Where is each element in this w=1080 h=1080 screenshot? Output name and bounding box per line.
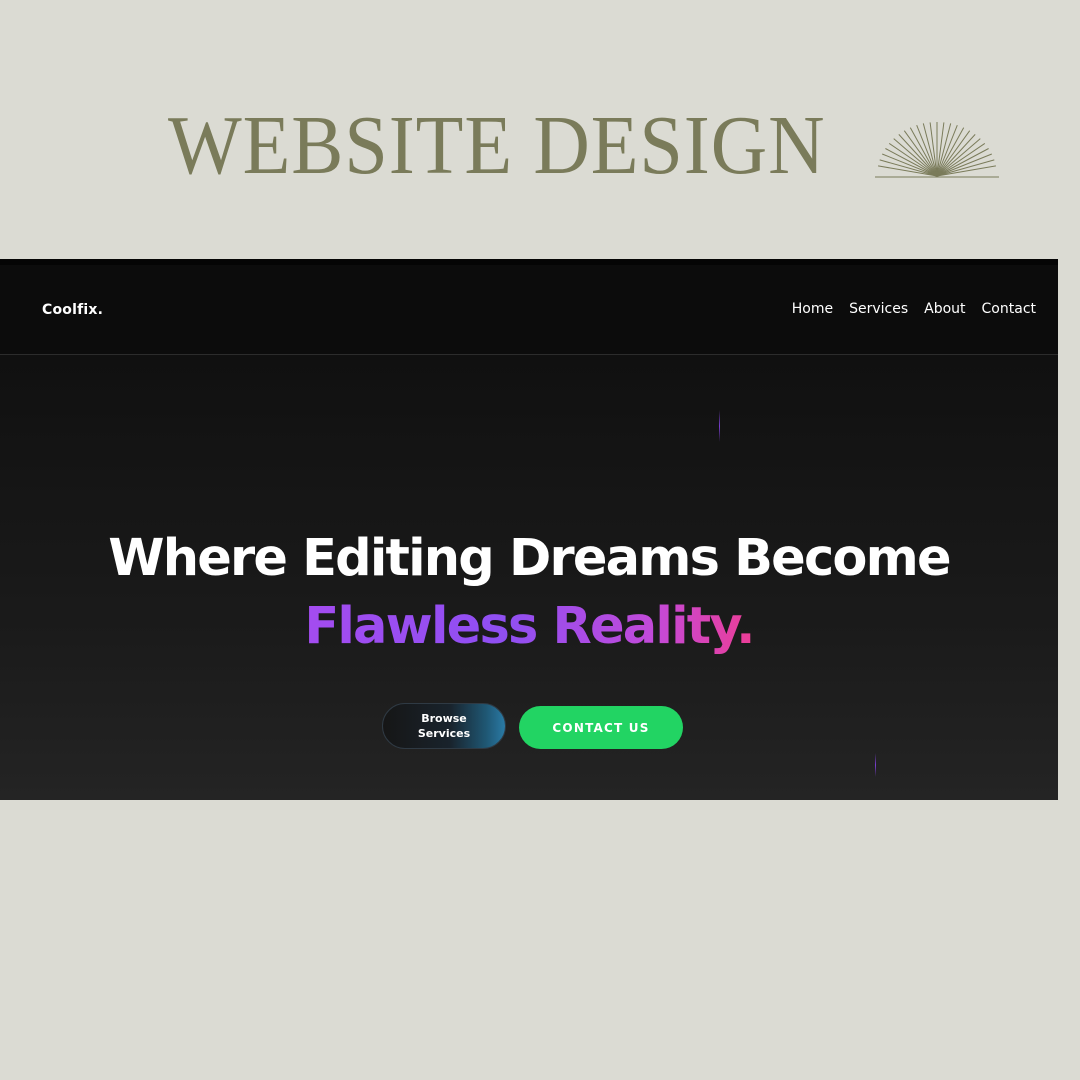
site-logo[interactable]: Coolfix.	[42, 302, 103, 318]
site-header: Coolfix. Home Services About Contact	[0, 265, 1058, 355]
main-nav: Home Services About Contact	[792, 301, 1036, 317]
hero-heading-gradient-line: Flawless Reality.	[304, 593, 755, 661]
decorative-line	[719, 410, 720, 442]
browse-services-button[interactable]: Browse Services	[382, 703, 506, 749]
nav-about[interactable]: About	[924, 301, 965, 317]
nav-services[interactable]: Services	[849, 301, 908, 317]
contact-us-button[interactable]: CONTACT US	[519, 706, 683, 749]
hero-section: Where Editing Dreams Become Flawless Rea…	[0, 355, 1058, 800]
nav-contact[interactable]: Contact	[982, 301, 1036, 317]
decorative-line	[875, 753, 876, 777]
hero-heading: Where Editing Dreams Become Flawless Rea…	[0, 525, 1058, 661]
hero-heading-line1: Where Editing Dreams Become	[108, 529, 951, 588]
website-preview: Coolfix. Home Services About Contact Whe…	[0, 259, 1058, 800]
sunburst-icon	[875, 122, 999, 178]
nav-home[interactable]: Home	[792, 301, 833, 317]
page-title: WEBSITE DESIGN	[168, 99, 826, 192]
